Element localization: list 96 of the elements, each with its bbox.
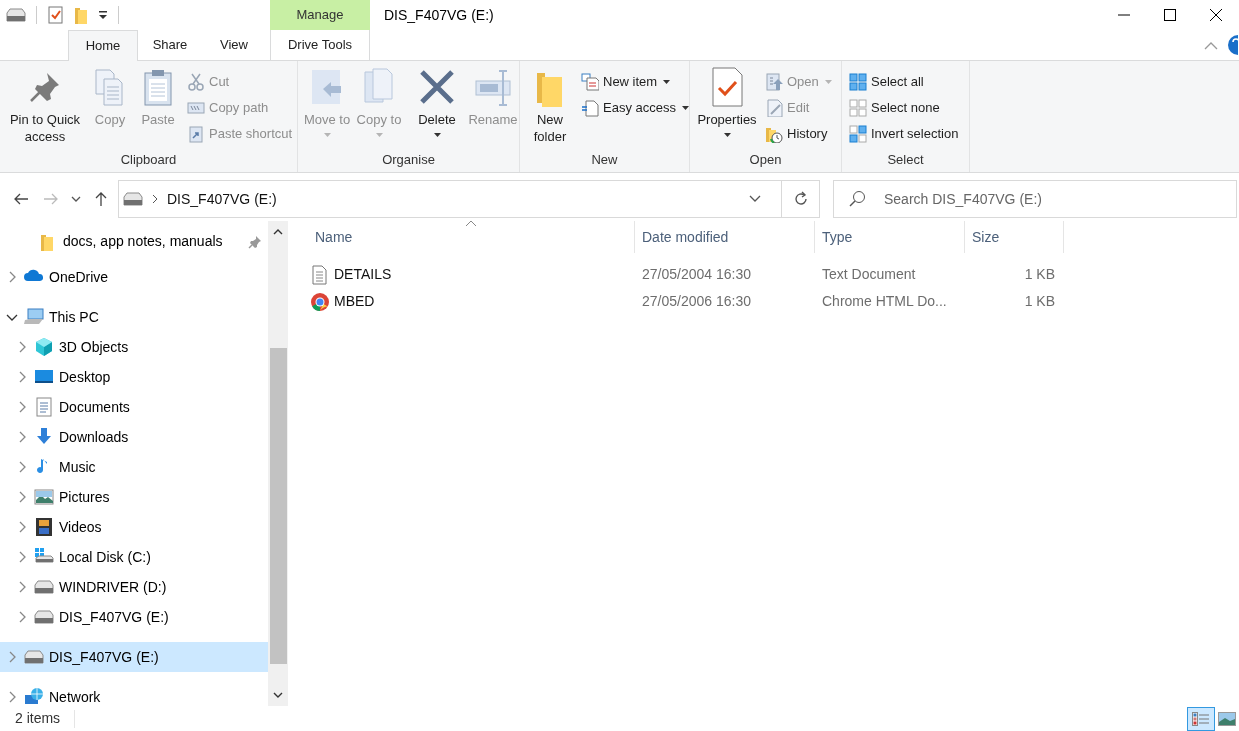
easy-access-icon[interactable] (581, 99, 599, 117)
details-list-icon[interactable] (1192, 711, 1210, 726)
cube-icon (34, 337, 54, 357)
group-label: Organise (381, 151, 436, 169)
group-label: New (590, 151, 619, 169)
size-cell: 1 KB (1024, 266, 1055, 282)
select-all-icon[interactable] (849, 73, 867, 91)
drive-icon (34, 610, 54, 624)
picture-icon (34, 487, 54, 507)
help-icon[interactable] (1228, 35, 1239, 55)
folder-icon[interactable] (74, 6, 88, 24)
network-icon (24, 687, 44, 706)
drive-icon (34, 580, 54, 594)
caret-icon[interactable] (433, 133, 441, 137)
left-arrow-icon[interactable] (13, 191, 29, 207)
properties-icon[interactable] (47, 6, 64, 24)
file-name[interactable]: MBED (334, 291, 375, 312)
invert-selection-icon[interactable] (849, 125, 867, 143)
column-header[interactable]: Size (964, 221, 1064, 253)
nav-item[interactable]: DIS_F407VG (E:) (0, 602, 268, 632)
date-cell: 27/05/2006 16:30 (642, 293, 751, 309)
caret-icon[interactable] (723, 133, 731, 137)
nav-item[interactable]: OneDrive (0, 262, 268, 292)
document-icon (34, 397, 54, 417)
history-icon[interactable] (765, 125, 783, 143)
drive-icon (123, 192, 143, 206)
caret-icon[interactable] (663, 80, 671, 84)
dropdown-icon[interactable] (749, 195, 761, 203)
new-item-button[interactable]: New item (581, 71, 689, 93)
type-cell: Chrome HTML Do... (822, 293, 947, 309)
search-icon (848, 190, 866, 208)
drive-icon (6, 8, 26, 22)
sort-ascending-icon (465, 220, 477, 226)
nav-item[interactable]: Music (0, 452, 268, 482)
column-header[interactable]: Type (814, 221, 964, 253)
nav-item[interactable]: DIS_F407VG (E:) (0, 642, 268, 672)
column-header[interactable]: Name (306, 221, 634, 253)
ribbon-tab[interactable]: Drive Tools (270, 30, 370, 60)
select-none-button[interactable]: Select none (849, 97, 959, 119)
caret-icon[interactable] (682, 106, 689, 110)
group-label: Clipboard (119, 151, 178, 169)
text-file-icon (310, 264, 330, 285)
nav-item[interactable]: WINDRIVER (D:) (0, 572, 268, 602)
group-label: Open (748, 151, 783, 169)
film-icon (34, 517, 54, 537)
nav-item[interactable]: Network (0, 682, 268, 706)
properties-button[interactable]: Properties (694, 67, 760, 150)
ribbon-tab[interactable]: Home (68, 30, 138, 61)
search-field[interactable]: Search DIS_F407VG (E:) (833, 180, 1237, 218)
computer-icon (24, 307, 44, 327)
nav-item[interactable]: Videos (0, 512, 268, 542)
nav-item[interactable]: Local Disk (C:) (0, 542, 268, 572)
item-count: 2 items (15, 709, 61, 728)
nav-item[interactable]: docs, app notes, manuals (0, 231, 268, 252)
group-label: Select (886, 151, 925, 169)
nav-item[interactable]: Downloads (0, 422, 268, 452)
picture-icon[interactable] (1218, 711, 1236, 726)
window-title: DIS_F407VG (E:) (384, 5, 495, 25)
refresh-button[interactable] (782, 180, 820, 218)
collapse-ribbon-icon[interactable] (1204, 42, 1218, 50)
size-cell: 1 KB (1024, 293, 1055, 309)
maximize-icon[interactable] (1164, 9, 1176, 21)
scrollbar[interactable] (268, 221, 288, 706)
file-name[interactable]: DETAILS (334, 264, 392, 285)
up-arrow-icon[interactable] (93, 191, 109, 207)
column-header[interactable]: Date modified (634, 221, 814, 253)
nav-item[interactable]: Pictures (0, 482, 268, 512)
address-field[interactable]: DIS_F407VG (E:) (118, 180, 782, 218)
new-item-icon[interactable] (581, 73, 599, 91)
new-folder-button[interactable]: New folder (524, 67, 576, 150)
nav-item[interactable]: Documents (0, 392, 268, 422)
nav-item[interactable]: 3D Objects (0, 332, 268, 362)
select-none-icon[interactable] (849, 99, 867, 117)
delete-button[interactable]: Delete (412, 67, 462, 150)
type-cell: Text Document (822, 266, 916, 282)
close-icon[interactable] (1210, 9, 1222, 21)
properties-icon[interactable] (710, 67, 744, 107)
select-all-button[interactable]: Select all (849, 71, 959, 93)
date-cell: 27/05/2004 16:30 (642, 266, 751, 282)
chevron-icon (151, 194, 159, 204)
scrollbar-thumb[interactable] (269, 348, 287, 664)
pin-button[interactable]: Pin to Quick access (4, 67, 86, 150)
drive-icon (24, 650, 44, 664)
details-view-button[interactable] (1187, 706, 1215, 731)
folder-icon (40, 232, 54, 251)
easy-access-button[interactable]: Easy access (581, 97, 689, 119)
context-tab-label: Manage (270, 0, 370, 30)
invert-selection-button[interactable]: Invert selection (849, 123, 959, 145)
pin-icon[interactable] (248, 234, 262, 249)
customize-dropdown-icon[interactable] (98, 10, 108, 20)
nav-item[interactable]: Desktop (0, 362, 268, 392)
nav-item[interactable]: This PC (0, 302, 268, 332)
browser-icon (310, 291, 330, 312)
history-button[interactable]: History (765, 123, 832, 145)
refresh-icon[interactable] (792, 191, 809, 207)
right-arrow-icon[interactable] (43, 191, 59, 207)
